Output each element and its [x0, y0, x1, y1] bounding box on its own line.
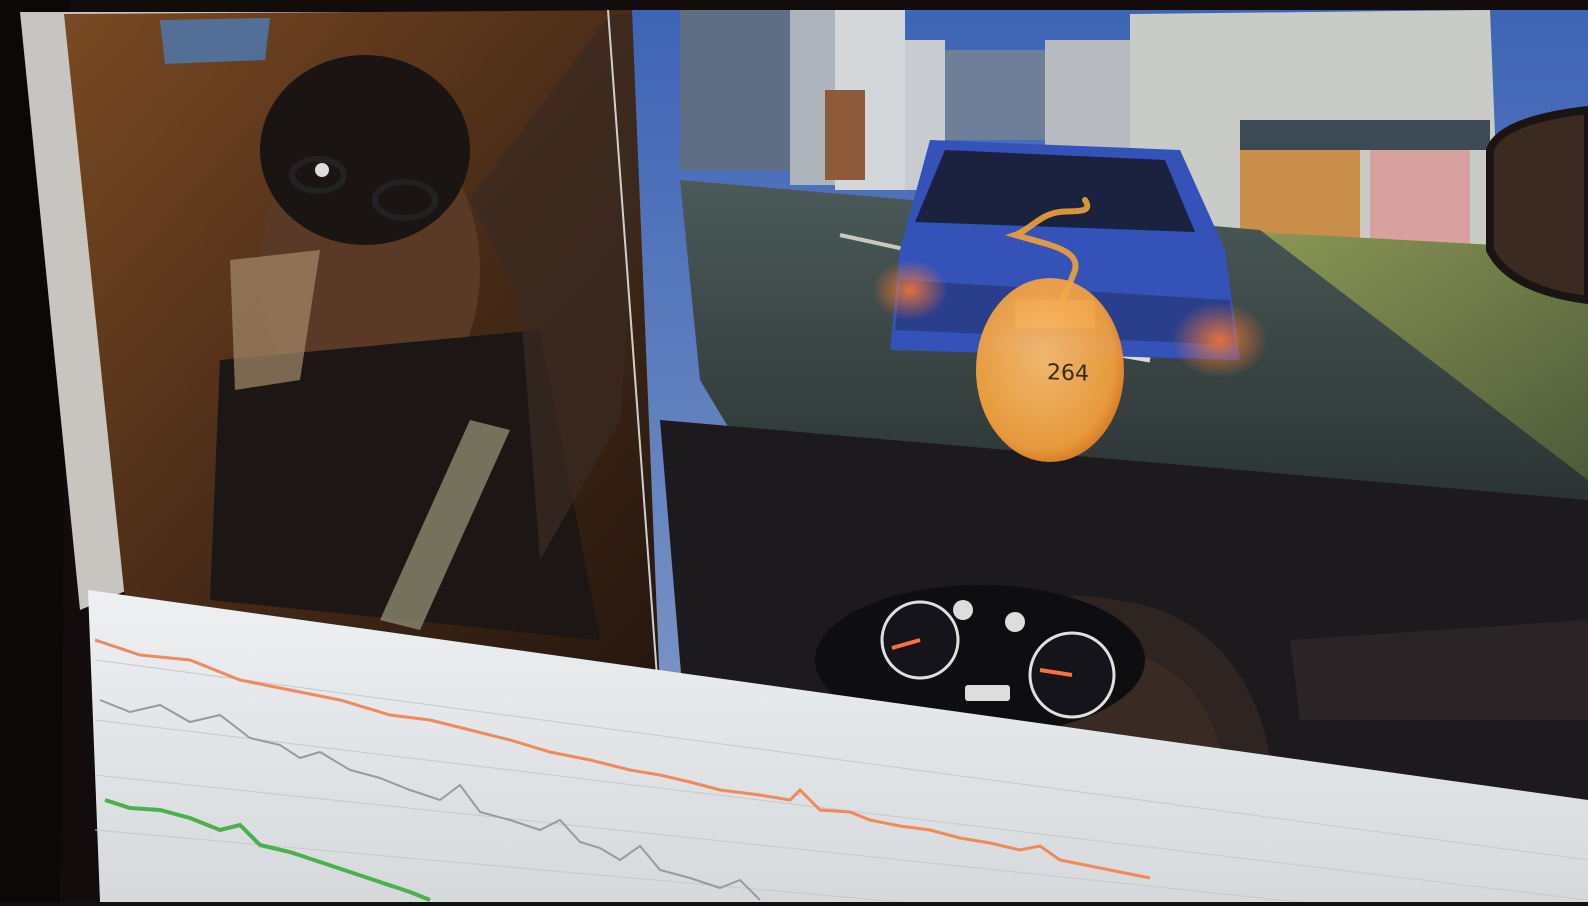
indicator-light — [953, 600, 973, 620]
gaze-fixation-label: 264 — [1047, 360, 1089, 387]
lead-car-rear-window — [915, 150, 1195, 232]
room-window — [160, 18, 270, 64]
photo-of-monitor: 264 — [0, 0, 1588, 903]
brake-light-right — [1172, 302, 1268, 378]
building — [945, 50, 1045, 140]
side-mirror — [1486, 105, 1588, 305]
eye-tracker-camera — [315, 163, 329, 177]
storefront-awning — [1240, 120, 1490, 150]
building — [825, 90, 865, 180]
monitor-scene — [0, 0, 1588, 903]
indicator-light — [1005, 612, 1025, 632]
driver-hair — [260, 55, 470, 245]
storefront — [1240, 150, 1360, 240]
gear-display — [965, 685, 1010, 701]
brake-light-left — [872, 260, 948, 320]
building — [680, 10, 790, 170]
storefront-posters — [1370, 150, 1470, 250]
